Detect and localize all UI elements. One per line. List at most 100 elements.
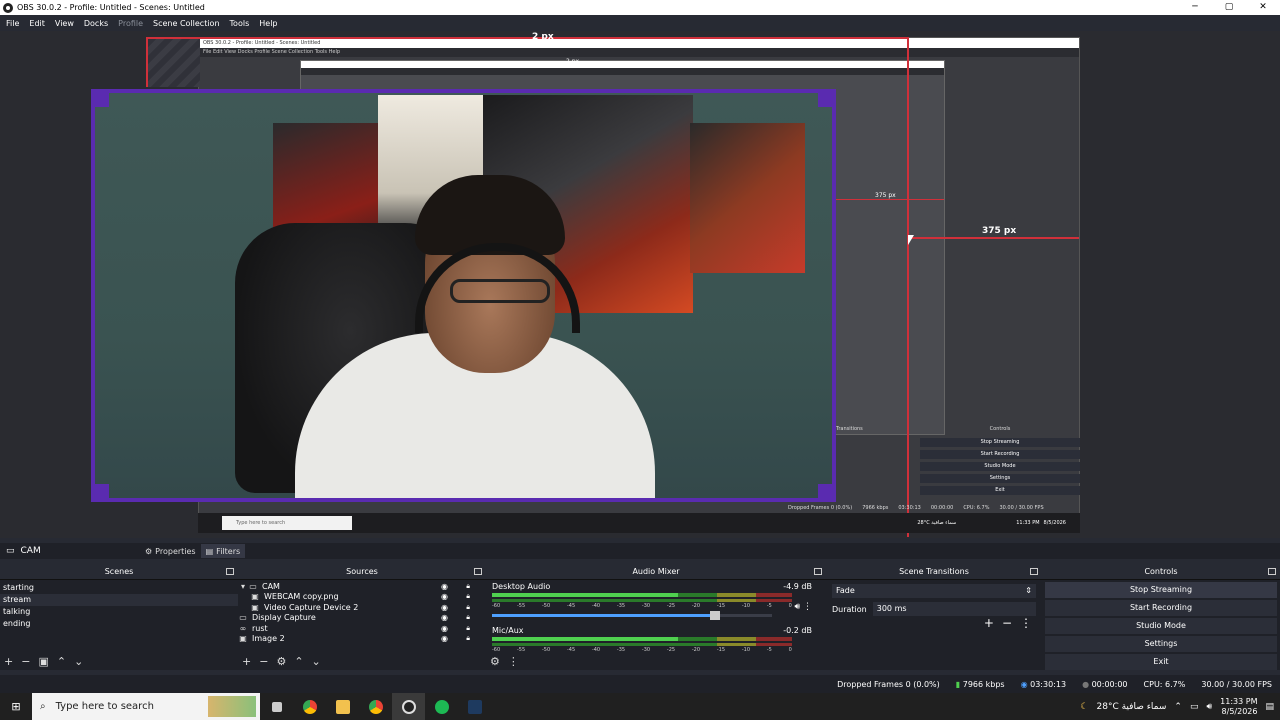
scene-item[interactable]: talking — [0, 606, 238, 618]
undock-icon[interactable] — [1030, 568, 1038, 575]
chevron-down-icon[interactable]: ▾ — [238, 582, 248, 591]
transition-select[interactable]: Fade ⇕ — [832, 584, 1036, 598]
remove-icon[interactable]: − — [259, 655, 268, 668]
transform-handle[interactable] — [818, 93, 832, 107]
move-up-icon[interactable]: ⌃ — [57, 655, 66, 668]
scene-item[interactable]: ending — [0, 618, 238, 630]
obs-icon[interactable] — [392, 693, 425, 720]
source-item[interactable]: ▣ Video Capture Device 2 ◉ 🔒︎ — [238, 602, 486, 613]
add-icon[interactable]: + — [242, 655, 251, 668]
menu-scene-collection[interactable]: Scene Collection — [148, 19, 225, 28]
notification-icon[interactable]: ▤ — [1265, 702, 1274, 712]
more-icon[interactable]: ⋮ — [508, 655, 519, 668]
remove-icon[interactable]: − — [1002, 616, 1012, 630]
transform-handle[interactable] — [95, 484, 109, 498]
nested-cpu: CPU: 6.7% — [963, 505, 990, 511]
spotify-icon[interactable] — [425, 693, 458, 720]
undock-icon[interactable] — [474, 568, 482, 575]
minimize-button[interactable]: ─ — [1178, 0, 1212, 15]
weather-text[interactable]: 28°C سماء صافية — [1097, 702, 1167, 712]
program-preview[interactable]: OBS 30.0.2 - Profile: Untitled - Scenes:… — [0, 31, 1280, 538]
exit-button[interactable]: Exit — [1045, 654, 1277, 670]
clock-date: 8/5/2026 — [1221, 706, 1258, 716]
transitions-title: Scene Transitions — [899, 567, 969, 576]
lock-icon[interactable]: 🔒︎ — [466, 624, 470, 633]
source-item[interactable]: ∞ rust ◉ 🔒︎ — [238, 623, 486, 634]
gear-icon[interactable]: ⚙ — [490, 655, 500, 668]
studio-mode-button[interactable]: Studio Mode — [1045, 618, 1277, 634]
transform-handle[interactable] — [818, 484, 832, 498]
lock-icon[interactable]: 🔒︎ — [466, 603, 470, 612]
menu-tools[interactable]: Tools — [225, 19, 255, 28]
duration-label: Duration — [832, 604, 867, 614]
source-item[interactable]: ▾ ▭ CAM ◉ 🔒︎ — [238, 581, 486, 592]
scene-item[interactable]: stream — [0, 594, 238, 606]
eye-icon[interactable]: ◉ — [441, 603, 448, 612]
undock-icon[interactable] — [814, 568, 822, 575]
add-icon[interactable]: + — [984, 616, 994, 630]
filters-button[interactable]: ▤ Filters — [200, 544, 246, 558]
properties-button[interactable]: ⚙ Properties — [140, 547, 201, 556]
gear-icon[interactable]: ⚙ — [276, 655, 286, 668]
clock-time: 11:33 PM — [1220, 696, 1258, 706]
network-icon[interactable]: ▭ — [1190, 702, 1199, 712]
undock-icon[interactable] — [1268, 568, 1276, 575]
duration-input[interactable]: 300 ms — [872, 602, 1036, 616]
speaker-icon[interactable]: 🔊︎ — [1206, 702, 1212, 712]
webcam-source[interactable] — [91, 89, 836, 502]
source-toolbar: ▭ CAM ⚙ Properties ▤ Filters — [0, 543, 1280, 559]
chrome-icon[interactable] — [359, 693, 392, 720]
eye-icon[interactable]: ◉ — [441, 634, 448, 643]
close-button[interactable]: ✕ — [1246, 0, 1280, 15]
windows-start-icon[interactable]: ⊞ — [0, 700, 32, 713]
taskbar-search[interactable]: ⌕ Type here to search — [32, 693, 260, 720]
stop-streaming-button[interactable]: Stop Streaming — [1045, 582, 1277, 598]
menu-view[interactable]: View — [50, 19, 79, 28]
app-icon[interactable] — [458, 693, 491, 720]
remove-icon[interactable]: − — [21, 655, 30, 668]
file-explorer-icon[interactable] — [326, 693, 359, 720]
menu-bar: File Edit View Docks Profile Scene Colle… — [0, 15, 1280, 31]
menu-help[interactable]: Help — [254, 19, 282, 28]
undock-icon[interactable] — [226, 568, 234, 575]
nested-transitions-label: Transitions — [836, 426, 863, 432]
more-icon[interactable]: ⋮ — [1020, 616, 1032, 630]
task-view-icon[interactable] — [260, 693, 293, 720]
volume-slider[interactable] — [492, 611, 772, 620]
source-item[interactable]: ▣ WEBCAM copy.png ◉ 🔒︎ — [238, 592, 486, 603]
eye-icon[interactable]: ◉ — [441, 624, 448, 633]
move-down-icon[interactable]: ⌄ — [312, 655, 321, 668]
nested-dropped: Dropped Frames 0 (0.0%) — [788, 505, 853, 511]
source-item[interactable]: ▭ Display Capture ◉ 🔒︎ — [238, 613, 486, 624]
lock-icon[interactable]: 🔒︎ — [466, 613, 470, 622]
lock-icon[interactable]: 🔒︎ — [466, 582, 470, 591]
maximize-button[interactable]: ▢ — [1212, 0, 1246, 15]
menu-file[interactable]: File — [1, 19, 24, 28]
image-icon: ▣ — [251, 592, 259, 602]
filter-icon[interactable]: ▣ — [38, 655, 48, 668]
add-icon[interactable]: + — [4, 655, 13, 668]
lock-icon[interactable]: 🔒︎ — [466, 634, 470, 643]
settings-button[interactable]: Settings — [1045, 636, 1277, 652]
menu-edit[interactable]: Edit — [24, 19, 50, 28]
bitrate: ▮ 7966 kbps — [955, 679, 1005, 689]
scene-item[interactable]: starting — [0, 582, 238, 594]
start-recording-button[interactable]: Start Recording — [1045, 600, 1277, 616]
menu-docks[interactable]: Docks — [79, 19, 113, 28]
transform-handle[interactable] — [95, 93, 109, 107]
eye-icon[interactable]: ◉ — [441, 613, 448, 622]
more-icon[interactable]: ⋮ — [803, 602, 812, 612]
move-up-icon[interactable]: ⌃ — [294, 655, 303, 668]
source-item[interactable]: ▣ Image 2 ◉ 🔒︎ — [238, 634, 486, 645]
chevron-up-icon[interactable]: ⌃ — [1174, 702, 1182, 712]
move-down-icon[interactable]: ⌄ — [74, 655, 83, 668]
chrome-icon[interactable] — [293, 693, 326, 720]
eye-icon[interactable]: ◉ — [441, 592, 448, 601]
volume-meter — [492, 599, 792, 602]
clock[interactable]: 11:33 PM 8/5/2026 — [1220, 697, 1257, 717]
speaker-icon[interactable]: 🔊︎ — [794, 602, 800, 612]
menu-profile[interactable]: Profile — [113, 19, 148, 28]
lock-icon[interactable]: 🔒︎ — [466, 592, 470, 601]
glasses — [450, 279, 550, 303]
eye-icon[interactable]: ◉ — [441, 582, 448, 591]
